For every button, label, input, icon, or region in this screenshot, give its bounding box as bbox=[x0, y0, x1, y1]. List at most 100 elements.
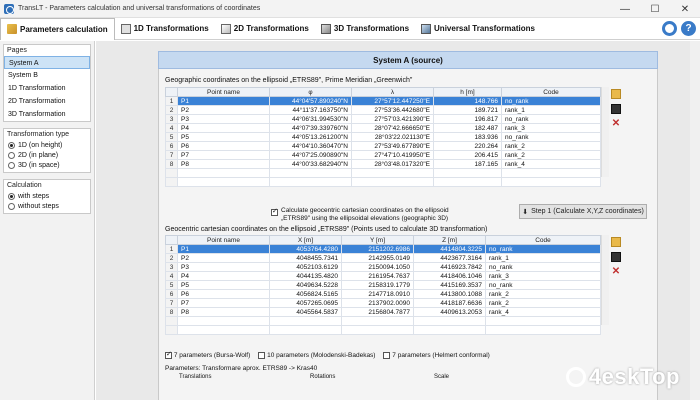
table-cell[interactable]: 27°53'36.442680"E bbox=[351, 105, 434, 115]
table-cell[interactable]: P7 bbox=[177, 150, 270, 160]
table-cell[interactable]: no_rank bbox=[485, 244, 601, 254]
table-cell[interactable]: P4 bbox=[177, 271, 270, 281]
sidebar-item-system-b[interactable]: System B bbox=[4, 69, 90, 82]
radio-1d[interactable]: 1D (on height) bbox=[4, 140, 90, 150]
table-cell[interactable]: rank_2 bbox=[485, 298, 601, 308]
table-cell[interactable]: 44°04'10.360470"N bbox=[269, 141, 352, 151]
table-row[interactable]: 2 P2 44°11'37.163750"N 27°53'36.442680"E 189… bbox=[165, 105, 601, 115]
table-cell[interactable]: 4045564.5837 bbox=[269, 307, 342, 317]
tab-universal-transformations[interactable]: Universal Transformations bbox=[415, 18, 541, 40]
table-cell[interactable]: 44°04'57.890240"N bbox=[269, 96, 352, 106]
open-file-icon[interactable] bbox=[611, 237, 621, 247]
table-cell[interactable]: 182.487 bbox=[433, 123, 502, 133]
table-cell[interactable]: P6 bbox=[177, 289, 270, 299]
calc-geocentric-checkbox[interactable] bbox=[271, 207, 278, 216]
table-row[interactable]: 2 P2 4048455.7341 2142955.0149 4423677.3164 r… bbox=[165, 253, 601, 263]
table-cell[interactable]: P3 bbox=[177, 114, 270, 124]
table-cell[interactable]: 44°00'33.682940"N bbox=[269, 159, 352, 169]
table-cell[interactable]: 189.721 bbox=[433, 105, 502, 115]
table-cell[interactable]: 187.165 bbox=[433, 159, 502, 169]
table-cell[interactable]: 27°57'03.421390"E bbox=[351, 114, 434, 124]
table-cell[interactable]: 2 bbox=[165, 253, 178, 263]
geo-table-scrollbar[interactable] bbox=[601, 87, 609, 177]
table-cell[interactable]: 4416923.7842 bbox=[413, 262, 486, 272]
col-header-z[interactable]: Z [m] bbox=[413, 235, 486, 245]
table-cell[interactable]: 27°57'12.447250"E bbox=[351, 96, 434, 106]
table-cell[interactable]: rank_1 bbox=[485, 253, 601, 263]
col-header-phi[interactable]: φ bbox=[269, 87, 352, 97]
col-header-point-name[interactable]: Point name bbox=[177, 235, 270, 245]
table-cell[interactable]: P2 bbox=[177, 105, 270, 115]
tab-2d-transformations[interactable]: 2D Transformations bbox=[215, 18, 315, 40]
tab-1d-transformations[interactable]: 1D Transformations bbox=[115, 18, 215, 40]
open-file-icon[interactable] bbox=[611, 89, 621, 99]
table-cell[interactable]: 4415169.3537 bbox=[413, 280, 486, 290]
table-cell[interactable]: P6 bbox=[177, 141, 270, 151]
table-cell[interactable]: 4414804.3225 bbox=[413, 244, 486, 254]
table-cell[interactable]: rank_2 bbox=[501, 141, 601, 151]
minimize-button[interactable]: — bbox=[610, 0, 640, 18]
table-row[interactable]: 3 P3 4052103.6129 2150094.1050 4416923.7842 n… bbox=[165, 262, 601, 272]
table-cell[interactable]: P8 bbox=[177, 159, 270, 169]
table-cell[interactable]: 2142955.0149 bbox=[341, 253, 414, 263]
table-cell[interactable]: 4049634.5228 bbox=[269, 280, 342, 290]
table-row[interactable]: 5 P5 44°05'13.261200"N 28°03'22.021130"E 183… bbox=[165, 132, 601, 142]
table-cell[interactable]: 4 bbox=[165, 271, 178, 281]
table-cell[interactable]: 44°11'37.163750"N bbox=[269, 105, 352, 115]
table-cell[interactable]: 2161954.7637 bbox=[341, 271, 414, 281]
table-cell[interactable]: P5 bbox=[177, 132, 270, 142]
table-row[interactable]: 5 P5 4049634.5228 2158319.1779 4415169.3537 n… bbox=[165, 280, 601, 290]
table-cell[interactable]: 2156804.7877 bbox=[341, 307, 414, 317]
radio-with-steps[interactable]: with steps bbox=[4, 191, 90, 201]
table-cell[interactable]: 4048455.7341 bbox=[269, 253, 342, 263]
col-header-code[interactable]: Code bbox=[485, 235, 601, 245]
table-cell[interactable]: 4052103.6129 bbox=[269, 262, 342, 272]
table-cell[interactable]: 28°03'48.017320"E bbox=[351, 159, 434, 169]
table-cell[interactable]: 4053764.4280 bbox=[269, 244, 342, 254]
radio-without-steps[interactable]: without steps bbox=[4, 201, 90, 211]
table-cell[interactable]: 5 bbox=[165, 132, 178, 142]
table-cell[interactable]: 27°47'10.419950"E bbox=[351, 150, 434, 160]
table-cell[interactable]: 2158319.1779 bbox=[341, 280, 414, 290]
calc-geocentric-option[interactable]: Calculate geocentric cartesian coordinat… bbox=[271, 207, 449, 223]
table-cell[interactable]: P3 bbox=[177, 262, 270, 272]
table-cell[interactable]: 6 bbox=[165, 289, 178, 299]
sidebar-item-2d-transformation[interactable]: 2D Transformation bbox=[4, 95, 90, 108]
table-cell[interactable]: no_rank bbox=[501, 132, 601, 142]
radio-2d[interactable]: 2D (in plane) bbox=[4, 150, 90, 160]
table-cell[interactable]: 4418187.6636 bbox=[413, 298, 486, 308]
table-cell[interactable]: 4423677.3164 bbox=[413, 253, 486, 263]
param-option-molodenski[interactable]: 10 parameters (Molodenski-Badekas) bbox=[258, 352, 375, 359]
table-cell[interactable]: rank_2 bbox=[485, 289, 601, 299]
table-row[interactable]: 8 P8 44°00'33.682940"N 28°03'48.017320"E 187… bbox=[165, 159, 601, 169]
checkbox-unchecked-icon[interactable] bbox=[258, 352, 266, 359]
table-cell[interactable]: 3 bbox=[165, 262, 178, 272]
step1-button[interactable]: ⬇ Step 1 (Calculate X,Y,Z coordinates) bbox=[519, 204, 647, 219]
checkbox-unchecked-icon[interactable] bbox=[383, 352, 391, 359]
save-icon[interactable] bbox=[611, 252, 621, 262]
table-cell[interactable]: P7 bbox=[177, 298, 270, 308]
table-row[interactable]: 7 P7 4057265.0695 2137902.0090 4418187.6636 r… bbox=[165, 298, 601, 308]
table-cell[interactable]: rank_1 bbox=[501, 105, 601, 115]
table-cell[interactable]: 2147718.0910 bbox=[341, 289, 414, 299]
table-cell[interactable]: 206.415 bbox=[433, 150, 502, 160]
help-icon[interactable]: ? bbox=[681, 21, 696, 36]
table-cell[interactable]: 28°07'42.666650"E bbox=[351, 123, 434, 133]
table-row[interactable]: 7 P7 44°07'25.090890"N 27°47'10.419950"E 206… bbox=[165, 150, 601, 160]
col-header-x[interactable]: X [m] bbox=[269, 235, 342, 245]
radio-on-icon[interactable] bbox=[8, 192, 15, 200]
sidebar-item-1d-transformation[interactable]: 1D Transformation bbox=[4, 82, 90, 95]
param-option-helmert[interactable]: 7 parameters (Helmert conformal) bbox=[383, 352, 490, 359]
radio-off-icon[interactable] bbox=[8, 151, 15, 159]
table-cell[interactable]: 6 bbox=[165, 141, 178, 151]
table-cell[interactable]: 148.766 bbox=[433, 96, 502, 106]
table-cell[interactable]: P1 bbox=[177, 96, 270, 106]
table-cell[interactable]: 4 bbox=[165, 123, 178, 133]
table-cell[interactable]: P4 bbox=[177, 123, 270, 133]
table-cell[interactable]: 196.817 bbox=[433, 114, 502, 124]
table-cell[interactable]: 3 bbox=[165, 114, 178, 124]
table-row[interactable]: 8 P8 4045564.5837 2156804.7877 4409613.2053 r… bbox=[165, 307, 601, 317]
table-cell[interactable]: 2151202.6986 bbox=[341, 244, 414, 254]
close-button[interactable]: ✕ bbox=[670, 0, 700, 18]
delete-icon[interactable]: ✕ bbox=[611, 119, 621, 129]
